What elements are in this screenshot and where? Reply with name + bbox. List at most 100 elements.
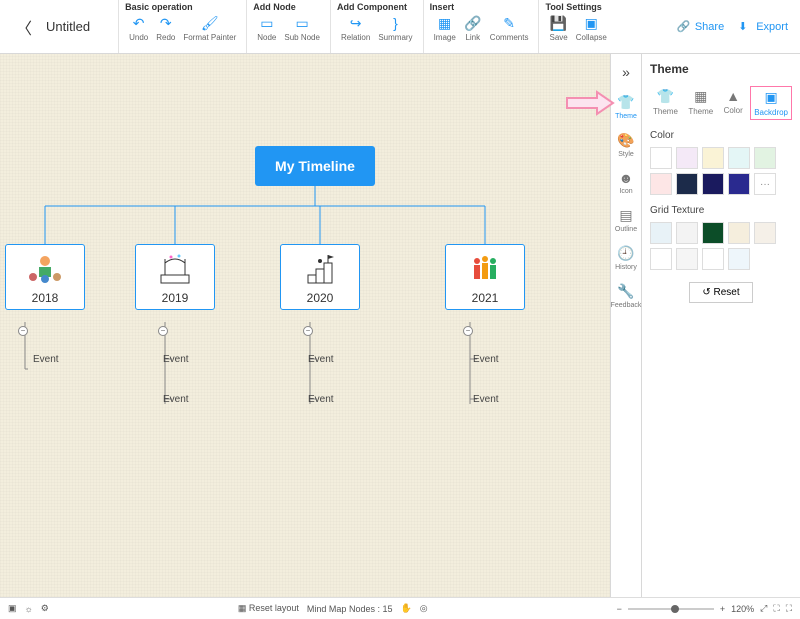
color-swatch[interactable] bbox=[676, 173, 698, 195]
export-icon: ⬇ bbox=[738, 20, 752, 34]
zoom-level: 120% bbox=[731, 604, 754, 614]
image-button[interactable]: ▦Image bbox=[430, 14, 460, 42]
save-icon: 💾 bbox=[550, 14, 568, 32]
year-node-2019[interactable]: 2019 bbox=[135, 244, 215, 310]
theme-panel: Theme 👕Theme▦Theme▲Color▣Backdrop Color … bbox=[642, 54, 800, 597]
sub-node-icon: ▭ bbox=[293, 14, 311, 32]
export-button[interactable]: ⬇ Export bbox=[738, 20, 788, 34]
color-swatch[interactable] bbox=[728, 147, 750, 169]
color-swatch[interactable] bbox=[650, 147, 672, 169]
color-swatch[interactable]: ··· bbox=[754, 173, 776, 195]
rail-theme[interactable]: 👕Theme bbox=[611, 88, 642, 126]
panel-tab-theme2[interactable]: ▦Theme bbox=[685, 86, 716, 120]
event-node[interactable]: Event bbox=[308, 394, 334, 405]
rail-outline[interactable]: ▤Outline bbox=[611, 201, 642, 239]
rail-label: Style bbox=[618, 151, 634, 158]
presentation-icon[interactable]: ▣ bbox=[8, 603, 17, 614]
node-icon: ▭ bbox=[258, 14, 276, 32]
root-node[interactable]: My Timeline bbox=[255, 146, 375, 186]
event-node[interactable]: Event bbox=[33, 354, 59, 365]
panel-tab-color[interactable]: ▲Color bbox=[721, 86, 746, 120]
fit-icon[interactable]: ⤢ bbox=[760, 603, 767, 614]
grid-swatch[interactable] bbox=[676, 222, 698, 244]
collapse-toggle[interactable]: − bbox=[463, 326, 473, 336]
group-title: Add Component bbox=[337, 2, 417, 12]
grid-swatch[interactable] bbox=[650, 222, 672, 244]
color-swatch[interactable] bbox=[702, 147, 724, 169]
color-swatch[interactable] bbox=[728, 173, 750, 195]
back-button[interactable]: 〈 bbox=[10, 9, 38, 45]
grid-swatch[interactable] bbox=[702, 248, 724, 270]
year-label: 2020 bbox=[307, 291, 334, 305]
comments-button[interactable]: ✎Comments bbox=[486, 14, 533, 42]
tab-label: Theme bbox=[688, 107, 713, 116]
rail-icon[interactable]: ☻Icon bbox=[611, 164, 642, 201]
nodes-count: Mind Map Nodes : 15 bbox=[307, 604, 393, 614]
year-node-2018[interactable]: 2018 bbox=[5, 244, 85, 310]
group-title: Tool Settings bbox=[545, 2, 610, 12]
link-icon: 🔗 bbox=[464, 14, 482, 32]
share-button[interactable]: 🔗 Share bbox=[677, 20, 724, 34]
mindmap-canvas[interactable]: My Timeline 2018 Event 2019 Event Event 2020 E… bbox=[0, 54, 610, 597]
undo-button[interactable]: ↶Undo bbox=[125, 14, 152, 42]
zoom-out-button[interactable]: − bbox=[617, 604, 622, 614]
style-icon: 🎨 bbox=[617, 132, 634, 149]
tab-label: Theme bbox=[653, 107, 678, 116]
node-button[interactable]: ▭Node bbox=[253, 14, 280, 42]
hand-tool-icon[interactable]: ✋ bbox=[401, 603, 412, 614]
fullscreen-icon[interactable]: ⛶ bbox=[786, 603, 792, 614]
grid-swatch[interactable] bbox=[728, 222, 750, 244]
panel-tab-theme[interactable]: 👕Theme bbox=[650, 86, 681, 120]
redo-button[interactable]: ↷Redo bbox=[152, 14, 179, 42]
grid-swatch[interactable] bbox=[650, 248, 672, 270]
grid-swatch[interactable] bbox=[728, 248, 750, 270]
settings-icon[interactable]: ⚙ bbox=[41, 603, 49, 614]
panel-tab-backdrop[interactable]: ▣Backdrop bbox=[750, 86, 792, 120]
link-button[interactable]: 🔗Link bbox=[460, 14, 486, 42]
grid-section-label: Grid Texture bbox=[650, 205, 792, 216]
group-title: Add Node bbox=[253, 2, 324, 12]
zoom-slider[interactable] bbox=[628, 608, 714, 610]
collapse-button[interactable]: ▣Collapse bbox=[572, 14, 611, 42]
event-node[interactable]: Event bbox=[473, 354, 499, 365]
sub-node-button[interactable]: ▭Sub Node bbox=[280, 14, 324, 42]
rail-label: Outline bbox=[615, 226, 637, 233]
rail-style[interactable]: 🎨 Style bbox=[611, 126, 642, 164]
rail-label: Theme bbox=[615, 113, 637, 120]
color-swatch[interactable] bbox=[754, 147, 776, 169]
year-node-2021[interactable]: 2021 bbox=[445, 244, 525, 310]
relation-button[interactable]: ↪Relation bbox=[337, 14, 374, 42]
color-swatch[interactable] bbox=[650, 173, 672, 195]
brightness-icon[interactable]: ☼ bbox=[25, 604, 33, 614]
grid-swatch[interactable] bbox=[702, 222, 724, 244]
summary-button[interactable]: }Summary bbox=[374, 14, 416, 42]
save-label: Save bbox=[549, 33, 567, 42]
event-node[interactable]: Event bbox=[473, 394, 499, 405]
undo-label: Undo bbox=[129, 33, 148, 42]
rail-feedback[interactable]: 🔧Feedback bbox=[611, 277, 642, 315]
format-painter-button[interactable]: 🖌Format Painter bbox=[179, 14, 240, 42]
event-node[interactable]: Event bbox=[308, 354, 334, 365]
collapse-panel-button[interactable]: » bbox=[618, 60, 634, 84]
grid-swatch[interactable] bbox=[676, 248, 698, 270]
collapse-toggle[interactable]: − bbox=[158, 326, 168, 336]
grid-swatch[interactable] bbox=[754, 222, 776, 244]
group-title: Basic operation bbox=[125, 2, 240, 12]
comments-icon: ✎ bbox=[500, 14, 518, 32]
save-button[interactable]: 💾Save bbox=[545, 14, 571, 42]
pointer-tool-icon[interactable]: ◎ bbox=[420, 603, 428, 614]
reset-button[interactable]: ↺ Reset bbox=[689, 282, 752, 303]
event-node[interactable]: Event bbox=[163, 354, 189, 365]
year-node-2020[interactable]: 2020 bbox=[280, 244, 360, 310]
relation-icon: ↪ bbox=[347, 14, 365, 32]
reset-layout-button[interactable]: ▦ Reset layout bbox=[238, 603, 299, 614]
expand-icon[interactable]: ⛶ bbox=[773, 603, 779, 614]
event-node[interactable]: Event bbox=[163, 394, 189, 405]
zoom-in-button[interactable]: + bbox=[720, 604, 725, 614]
collapse-toggle[interactable]: − bbox=[303, 326, 313, 336]
collapse-toggle[interactable]: − bbox=[18, 326, 28, 336]
color-swatch[interactable] bbox=[676, 147, 698, 169]
color-swatch[interactable] bbox=[702, 173, 724, 195]
rail-history[interactable]: 🕘History bbox=[611, 239, 642, 277]
document-title[interactable]: Untitled bbox=[46, 19, 90, 34]
